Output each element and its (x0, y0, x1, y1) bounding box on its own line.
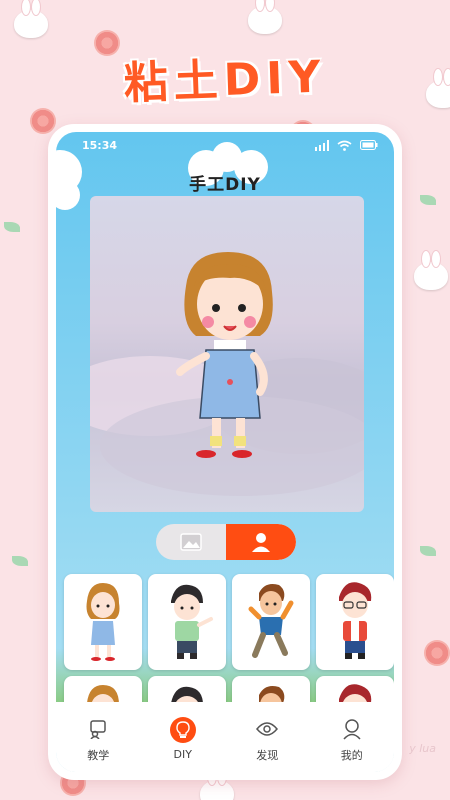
bunny-decoration (200, 768, 234, 800)
watermark: y lua (409, 742, 436, 755)
leaf-decoration (420, 195, 436, 205)
tab-label: DIY (173, 748, 192, 761)
leaf-decoration (420, 546, 436, 556)
boy-red-thumb (339, 582, 372, 659)
diy-bulb-icon (169, 717, 196, 743)
bunny-decoration (248, 0, 282, 34)
tab-label: 发现 (256, 748, 279, 762)
discover-eye-icon (254, 716, 280, 742)
status-bar: 15:34 (56, 132, 394, 158)
page-title: 手工DIY (189, 175, 261, 195)
person-icon (252, 533, 270, 552)
boy-orange-thumb (248, 584, 294, 658)
character-preview[interactable] (90, 196, 364, 512)
bottom-tab-bar: 教学 DIY 发现 我的 (56, 702, 394, 772)
battery-icon (360, 140, 378, 150)
leaf-decoration (12, 556, 28, 566)
status-time: 15:34 (82, 138, 118, 152)
tab-diy[interactable]: DIY (153, 717, 213, 761)
profile-icon (339, 716, 365, 742)
signal-icon (315, 139, 329, 151)
image-icon (180, 533, 202, 551)
status-icons (315, 139, 378, 151)
bunny-decoration (414, 250, 448, 290)
leaf-decoration (4, 222, 20, 232)
character-card[interactable] (316, 574, 394, 670)
tab-profile[interactable]: 我的 (322, 716, 382, 763)
headline: 粘土DIY (122, 51, 328, 110)
toggle-image-mode[interactable] (156, 524, 226, 560)
tab-label: 我的 (340, 748, 363, 762)
character-card[interactable] (64, 574, 142, 670)
mode-toggle[interactable] (156, 524, 296, 560)
bunny-decoration (14, 0, 48, 38)
app-screen: 15:34 手工DIY 教学 DIY 发现 我的 (56, 132, 394, 772)
preview-scene (90, 252, 364, 496)
tab-discover[interactable]: 发现 (237, 716, 297, 763)
tab-label: 教学 (87, 748, 110, 762)
flower-decoration (424, 640, 450, 666)
tab-teach[interactable]: 教学 (68, 716, 128, 763)
teach-icon (85, 716, 111, 742)
character-card[interactable] (232, 574, 310, 670)
boy-green-thumb (171, 584, 213, 659)
character-card[interactable] (148, 574, 226, 670)
wifi-icon (337, 140, 352, 151)
toggle-character-mode[interactable] (226, 524, 296, 560)
girl-character-thumb (86, 583, 120, 661)
phone-frame: 15:34 手工DIY 教学 DIY 发现 我的 (48, 124, 402, 780)
